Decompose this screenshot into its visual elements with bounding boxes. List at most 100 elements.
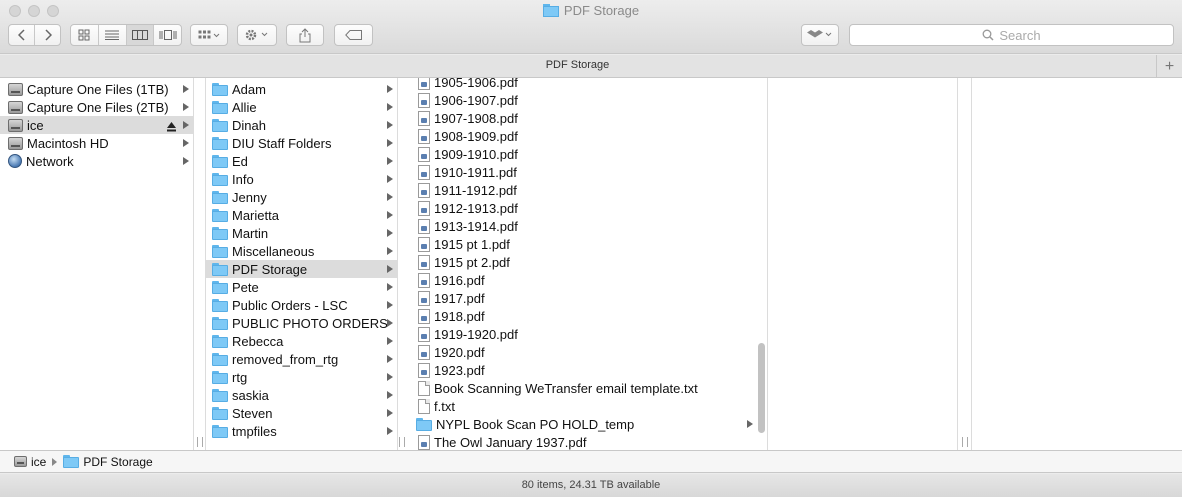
- icon-view-button[interactable]: [71, 25, 99, 45]
- folder-icon: [212, 118, 228, 132]
- folder-item[interactable]: Pete: [206, 278, 397, 296]
- file-item[interactable]: 1905-1906.pdf: [418, 78, 767, 91]
- file-item[interactable]: 1917.pdf: [418, 289, 767, 307]
- disclosure-arrow-icon: [387, 211, 393, 219]
- file-item[interactable]: 1910-1911.pdf: [418, 163, 767, 181]
- path-item-ice[interactable]: ice: [14, 455, 46, 469]
- file-item[interactable]: Book Scanning WeTransfer email template.…: [418, 379, 767, 397]
- file-item[interactable]: 1912-1913.pdf: [418, 199, 767, 217]
- item-label: Capture One Files (1TB): [27, 81, 169, 97]
- item-label: Pete: [232, 279, 259, 295]
- item-label: 1911-1912.pdf: [434, 182, 517, 198]
- file-item[interactable]: 1908-1909.pdf: [418, 127, 767, 145]
- forward-button[interactable]: [35, 25, 60, 45]
- chevron-left-icon: [17, 29, 25, 41]
- folder-icon: [63, 455, 80, 468]
- pdf-file-icon: [418, 164, 430, 180]
- folder-item[interactable]: PUBLIC PHOTO ORDERS: [206, 314, 397, 332]
- path-item-pdf-storage[interactable]: PDF Storage: [63, 455, 153, 469]
- item-label: 1919-1920.pdf: [434, 326, 518, 342]
- sidebar-item[interactable]: Macintosh HD: [0, 134, 193, 152]
- disclosure-arrow-icon: [387, 337, 393, 345]
- action-button[interactable]: [237, 24, 277, 46]
- item-label: Allie: [232, 99, 257, 115]
- edit-tags-button[interactable]: [334, 24, 373, 46]
- back-button[interactable]: [9, 25, 35, 45]
- file-item[interactable]: f.txt: [418, 397, 767, 415]
- item-label: 1920.pdf: [434, 344, 485, 360]
- disclosure-arrow-icon: [387, 175, 393, 183]
- file-item[interactable]: 1923.pdf: [418, 361, 767, 379]
- pdf-file-icon: [418, 78, 430, 90]
- empty-column: [768, 78, 958, 450]
- folder-item[interactable]: rtg: [206, 368, 397, 386]
- file-item[interactable]: 1915 pt 2.pdf: [418, 253, 767, 271]
- folder-icon: [212, 352, 228, 366]
- list-view-button[interactable]: [99, 25, 127, 45]
- disclosure-arrow-icon: [387, 409, 393, 417]
- folder-item[interactable]: Marietta: [206, 206, 397, 224]
- folder-item[interactable]: removed_from_rtg: [206, 350, 397, 368]
- item-label: DIU Staff Folders: [232, 135, 332, 151]
- folder-item[interactable]: Martin: [206, 224, 397, 242]
- folder-item[interactable]: saskia: [206, 386, 397, 404]
- window-title: PDF Storage: [0, 3, 1182, 20]
- folder-item[interactable]: tmpfiles: [206, 422, 397, 440]
- file-item[interactable]: 1906-1907.pdf: [418, 91, 767, 109]
- folder-icon: [212, 82, 228, 96]
- search-field[interactable]: Search: [849, 24, 1174, 46]
- item-label: 1906-1907.pdf: [434, 92, 518, 108]
- folder-item[interactable]: Dinah: [206, 116, 397, 134]
- column-resize-handle[interactable]: [399, 437, 405, 447]
- disclosure-arrow-icon: [387, 427, 393, 435]
- sidebar-item[interactable]: ice: [0, 116, 193, 134]
- folder-icon: [542, 4, 559, 20]
- file-item[interactable]: 1920.pdf: [418, 343, 767, 361]
- folder-item[interactable]: Info: [206, 170, 397, 188]
- columns-icon: [131, 30, 148, 40]
- column-gutter: [958, 78, 972, 450]
- file-item[interactable]: 1915 pt 1.pdf: [418, 235, 767, 253]
- new-tab-button[interactable]: +: [1156, 55, 1182, 78]
- pdf-file-icon: [418, 308, 430, 324]
- column-resize-handle[interactable]: [197, 437, 203, 447]
- sidebar-item[interactable]: Network: [0, 152, 193, 170]
- file-item[interactable]: 1916.pdf: [418, 271, 767, 289]
- item-label: 1915 pt 2.pdf: [434, 254, 510, 270]
- item-label: Network: [26, 153, 74, 169]
- sidebar-item[interactable]: Capture One Files (1TB): [0, 80, 193, 98]
- disclosure-arrow-icon: [183, 85, 189, 93]
- file-item[interactable]: The Owl January 1937.pdf: [418, 433, 767, 450]
- item-label: NYPL Book Scan PO HOLD_temp: [436, 416, 635, 432]
- file-item[interactable]: 1919-1920.pdf: [418, 325, 767, 343]
- file-item[interactable]: 1911-1912.pdf: [418, 181, 767, 199]
- cover-flow-button[interactable]: [154, 25, 181, 45]
- column-resize-handle[interactable]: [962, 437, 968, 447]
- folder-item[interactable]: Adam: [206, 80, 397, 98]
- eject-icon[interactable]: [167, 120, 176, 132]
- file-item[interactable]: 1907-1908.pdf: [418, 109, 767, 127]
- file-item[interactable]: 1909-1910.pdf: [418, 145, 767, 163]
- tab-pdf-storage[interactable]: PDF Storage: [0, 59, 1155, 71]
- file-item[interactable]: 1918.pdf: [418, 307, 767, 325]
- folder-item[interactable]: DIU Staff Folders: [206, 134, 397, 152]
- folder-item[interactable]: Ed: [206, 152, 397, 170]
- folder-item[interactable]: Jenny: [206, 188, 397, 206]
- pdf-file-icon: [418, 200, 430, 216]
- folder-item[interactable]: Public Orders - LSC: [206, 296, 397, 314]
- folder-item[interactable]: Allie: [206, 98, 397, 116]
- share-button[interactable]: [286, 24, 324, 46]
- file-item[interactable]: 1913-1914.pdf: [418, 217, 767, 235]
- dropbox-button[interactable]: [801, 24, 839, 46]
- folder-item[interactable]: Miscellaneous: [206, 242, 397, 260]
- arrange-button[interactable]: [190, 24, 228, 46]
- column-view-button[interactable]: [126, 25, 155, 45]
- file-item[interactable]: NYPL Book Scan PO HOLD_temp: [416, 415, 767, 433]
- files-scrollbar[interactable]: [758, 343, 765, 433]
- sidebar-column: Capture One Files (1TB) Capture One Files…: [0, 78, 194, 450]
- folder-item[interactable]: PDF Storage: [206, 260, 397, 278]
- sidebar-item[interactable]: Capture One Files (2TB): [0, 98, 193, 116]
- pdf-file-icon: [418, 326, 430, 342]
- folder-item[interactable]: Steven: [206, 404, 397, 422]
- folder-item[interactable]: Rebecca: [206, 332, 397, 350]
